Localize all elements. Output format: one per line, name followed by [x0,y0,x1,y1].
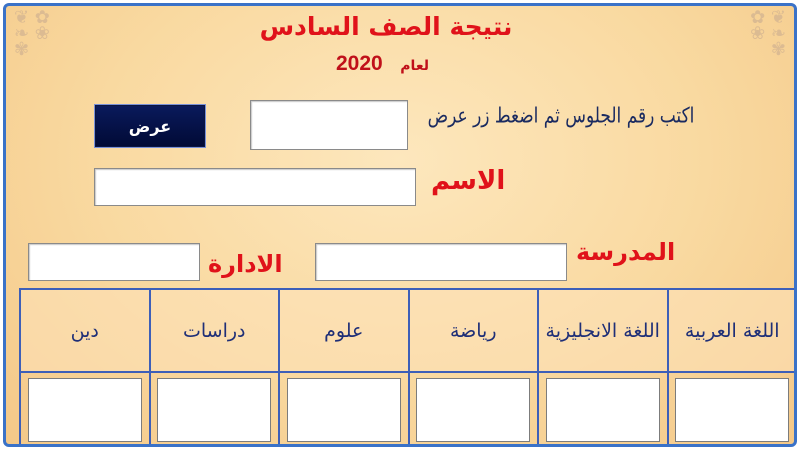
grade-math-field[interactable] [416,377,531,442]
grade-cell-religion [19,371,151,444]
grades-header-row: اللغة العربية اللغة الانجليزية رياضة علو… [19,287,794,374]
name-label: الاسم [431,166,506,196]
header-arabic: اللغة العربية [666,287,794,374]
result-form: ❦ ✿ ❧ ❀ ✾ ✿ ❦ ❀ ❧ ✾ نتيجة الصف السادس 2020 ل… [3,3,797,447]
administration-field[interactable] [28,243,200,281]
year-prefix: لعام [400,58,429,74]
grade-cell-english [537,371,669,444]
administration-label: الادارة [208,250,283,278]
grade-cell-math [407,371,539,444]
show-button[interactable]: عرض [94,104,206,148]
grade-cell-social-studies [148,371,280,444]
corner-ornament-right: ✿ ❦ ❀ ❧ ✾ [750,7,786,60]
school-field[interactable] [315,243,567,281]
name-field[interactable] [94,168,416,206]
header-religion: دين [19,287,151,374]
header-english: اللغة الانجليزية [537,287,669,374]
grade-science-field[interactable] [286,377,401,442]
page-title: نتيجة الصف السادس [259,12,513,41]
seat-number-instruction: اكتب رقم الجلوس ثم اضغط زر عرض [427,103,695,129]
header-social-studies: دراسات [148,287,280,374]
grade-arabic-field[interactable] [675,377,790,442]
grade-cell-science [278,371,410,444]
grade-social-studies-field[interactable] [157,377,272,442]
grades-values-row [19,371,794,444]
header-science: علوم [278,287,410,374]
year-line: 2020 لعام [336,52,429,76]
school-label: المدرسة [576,238,676,266]
header-math: رياضة [407,287,539,374]
corner-ornament-left: ❦ ✿ ❧ ❀ ✾ [14,7,50,60]
grade-english-field[interactable] [545,377,660,442]
grade-cell-arabic [666,371,794,444]
seat-number-input[interactable] [250,100,408,150]
year-value: 2020 [336,52,383,75]
grade-religion-field[interactable] [27,377,142,442]
grades-table: اللغة العربية اللغة الانجليزية رياضة علو… [19,287,794,444]
